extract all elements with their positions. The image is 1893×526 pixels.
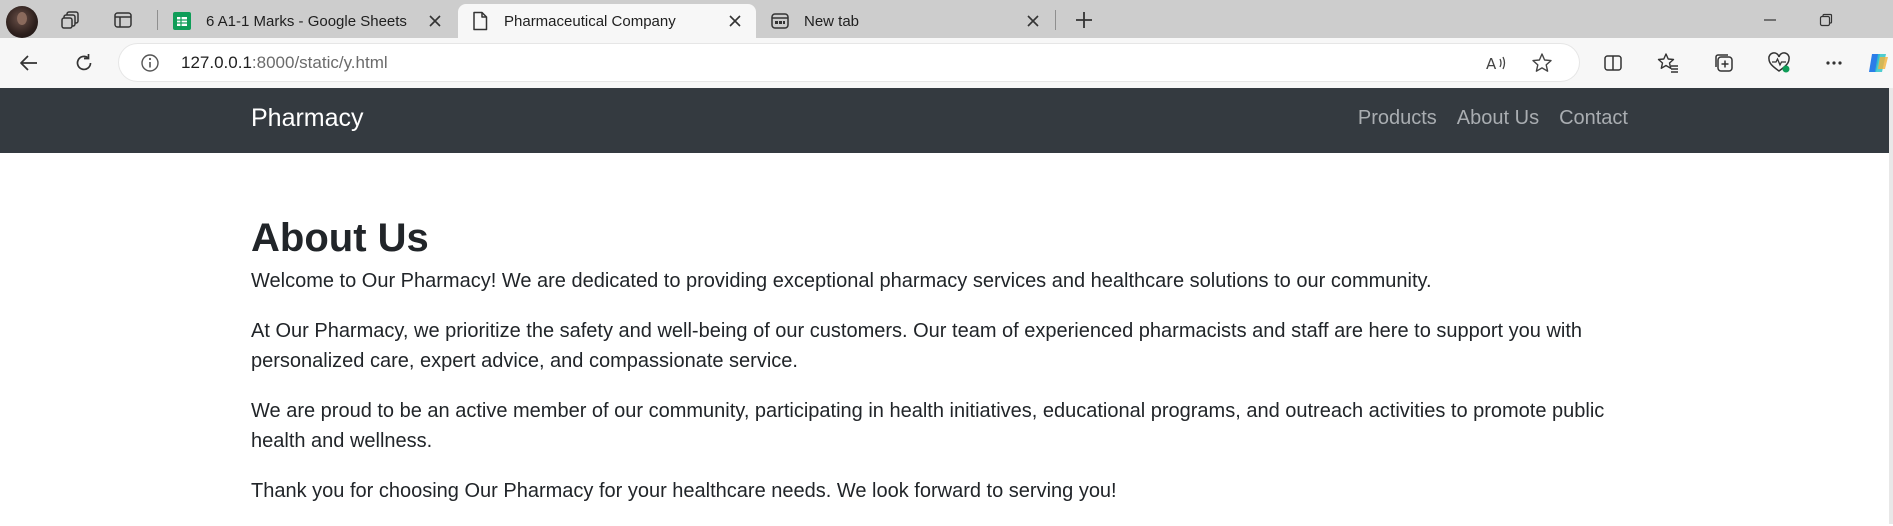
- page-viewport: Pharmacy Products About Us Contact About…: [0, 88, 1893, 524]
- nav-link-about-us[interactable]: About Us: [1457, 107, 1539, 130]
- collections-icon: [1715, 54, 1733, 72]
- split-screen-icon: [1604, 55, 1622, 71]
- url-host: 127.0.0.1: [181, 53, 252, 72]
- svg-text:A: A: [1486, 55, 1497, 73]
- tab-pharmaceutical-company[interactable]: Pharmaceutical Company: [458, 4, 756, 38]
- restore-button[interactable]: [1803, 4, 1849, 36]
- copilot-button[interactable]: [1866, 47, 1893, 79]
- tab-actions-icon[interactable]: [107, 5, 139, 35]
- sheets-icon: [172, 11, 192, 31]
- profile-avatar[interactable]: [6, 6, 38, 38]
- back-button[interactable]: [12, 47, 46, 79]
- favorite-star-icon[interactable]: [1531, 52, 1553, 79]
- site-info-icon[interactable]: [140, 53, 160, 78]
- address-bar[interactable]: 127.0.0.1:8000/static/y.html A: [119, 44, 1579, 81]
- tab-google-sheets[interactable]: 6 A1-1 Marks - Google Sheets: [160, 4, 456, 38]
- paragraph-welcome: Welcome to Our Pharmacy! We are dedicate…: [251, 270, 1432, 292]
- reload-icon: [76, 54, 92, 71]
- url-path: :8000/static/y.html: [251, 53, 388, 72]
- page-icon: [470, 11, 490, 31]
- main-content: About Us Welcome to Our Pharmacy! We are…: [251, 214, 1631, 526]
- tab-new-tab[interactable]: New tab: [758, 4, 1054, 38]
- nav-link-contact[interactable]: Contact: [1559, 107, 1628, 130]
- close-icon[interactable]: [426, 12, 444, 30]
- minimize-icon: [1764, 19, 1776, 21]
- restore-icon: [1819, 13, 1833, 27]
- navbar-links: Products About Us Contact: [1358, 107, 1628, 130]
- tab-title: 6 A1-1 Marks - Google Sheets: [206, 12, 407, 30]
- nav-link-products[interactable]: Products: [1358, 107, 1437, 130]
- paragraph-thank-you: Thank you for choosing Our Pharmacy for …: [251, 480, 1117, 502]
- split-screen-button[interactable]: [1596, 47, 1630, 79]
- close-icon[interactable]: [1024, 12, 1042, 30]
- tab-separator: [1055, 10, 1056, 30]
- back-arrow-icon: [20, 55, 37, 71]
- settings-and-more-button[interactable]: [1817, 47, 1851, 79]
- browser-toolbar: 127.0.0.1:8000/static/y.html A: [0, 38, 1893, 88]
- favorites-icon: [1657, 53, 1678, 73]
- new-tab-button[interactable]: [1069, 5, 1099, 35]
- url-text[interactable]: 127.0.0.1:8000/static/y.html: [181, 53, 388, 73]
- navbar-brand[interactable]: Pharmacy: [251, 104, 364, 133]
- site-navbar: Pharmacy Products About Us Contact: [0, 88, 1889, 153]
- minimize-button[interactable]: [1747, 4, 1793, 36]
- browser-essentials-button[interactable]: [1762, 47, 1796, 79]
- tab-separator: [157, 10, 158, 30]
- page-scrollbar[interactable]: [1889, 88, 1893, 524]
- tab-title: New tab: [804, 12, 860, 30]
- close-icon[interactable]: [726, 12, 744, 30]
- workspaces-icon[interactable]: [55, 5, 87, 35]
- favorites-button[interactable]: [1651, 47, 1685, 79]
- new-tab-icon: [770, 11, 790, 31]
- page-title: About Us: [251, 216, 429, 260]
- paragraph-community: We are proud to be an active member of o…: [251, 400, 1605, 452]
- plus-icon: [1076, 12, 1092, 28]
- collections-button[interactable]: [1707, 47, 1741, 79]
- browser-tab-strip: 6 A1-1 Marks - Google Sheets Pharmaceuti…: [0, 0, 1893, 38]
- more-dots-icon: [1826, 61, 1842, 65]
- reload-button[interactable]: [67, 47, 101, 79]
- heart-pulse-icon: [1768, 52, 1790, 73]
- copilot-icon: [1869, 54, 1888, 72]
- tab-title: Pharmaceutical Company: [504, 12, 676, 30]
- paragraph-safety: At Our Pharmacy, we prioritize the safet…: [251, 320, 1583, 372]
- read-aloud-icon[interactable]: A: [1485, 53, 1507, 78]
